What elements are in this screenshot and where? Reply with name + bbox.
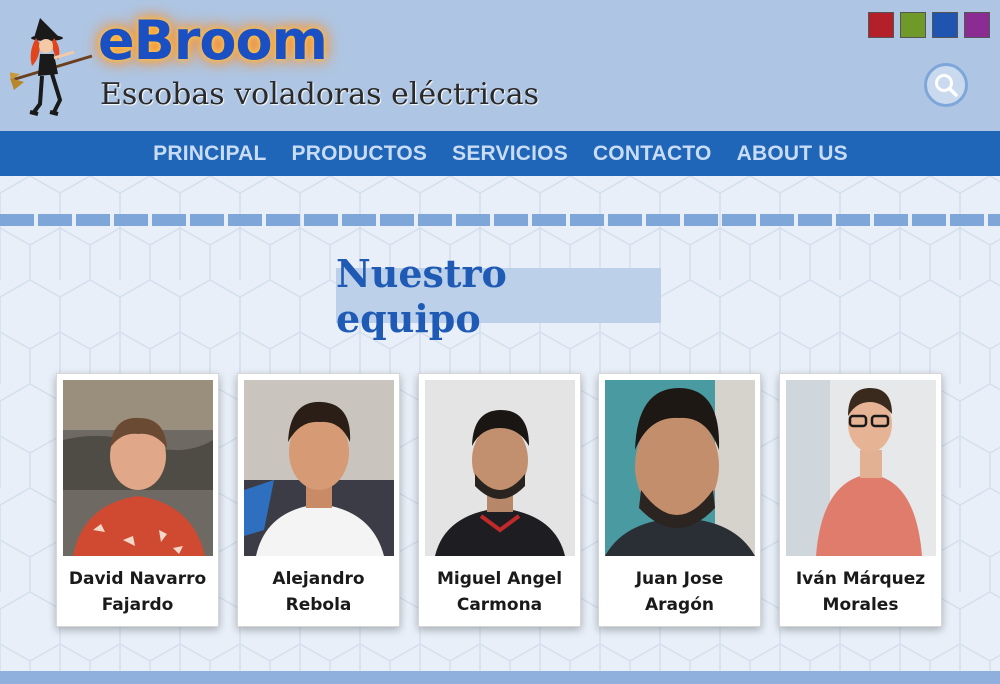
theme-swatch-red[interactable]	[868, 12, 894, 38]
team-member-first-name: Miguel Angel	[436, 569, 563, 589]
team-member-last-name: Carmona	[456, 595, 543, 615]
team-member-first-name: Juan Jose	[635, 569, 724, 589]
theme-swatch-green[interactable]	[900, 12, 926, 38]
team-member-name: Miguel Angel Carmona	[419, 566, 580, 618]
brand-logo-text[interactable]: eBroom	[98, 14, 328, 68]
main-nav: PRINCIPAL PRODUCTOS SERVICIOS CONTACTO A…	[0, 131, 1000, 176]
nav-item-productos[interactable]: PRODUCTOS	[292, 142, 428, 166]
team-photo	[605, 380, 755, 556]
team-member-first-name: Iván Márquez	[795, 569, 926, 589]
team-member-name: Iván Márquez Morales	[780, 566, 941, 618]
team-member-last-name: Morales	[822, 595, 899, 615]
search-button[interactable]	[924, 63, 968, 107]
nav-item-contacto[interactable]: CONTACTO	[593, 142, 712, 166]
search-icon	[935, 74, 958, 97]
team-card-miguel[interactable]: Miguel Angel Carmona	[418, 373, 581, 627]
team-card-alejandro[interactable]: Alejandro Rebola	[237, 373, 400, 627]
team-member-last-name: Rebola	[285, 595, 352, 615]
team-card-juan[interactable]: Juan Jose Aragón	[598, 373, 761, 627]
team-photo	[244, 380, 394, 556]
team-member-name: Alejandro Rebola	[238, 566, 399, 618]
team-member-first-name: Alejandro	[272, 569, 365, 589]
theme-swatch-purple[interactable]	[964, 12, 990, 38]
team-member-first-name: David Navarro	[68, 569, 207, 589]
theme-swatch-blue[interactable]	[932, 12, 958, 38]
nav-item-servicios[interactable]: SERVICIOS	[452, 142, 568, 166]
team-member-last-name: Aragón	[645, 595, 714, 615]
team-card-david[interactable]: David Navarro Fajardo	[56, 373, 219, 627]
team-photo	[63, 380, 213, 556]
team-card-ivan[interactable]: Iván Márquez Morales	[779, 373, 942, 627]
team-photo	[425, 380, 575, 556]
team-member-name: David Navarro Fajardo	[57, 566, 218, 618]
team-photo	[786, 380, 936, 556]
nav-item-principal[interactable]: PRINCIPAL	[153, 142, 266, 166]
footer-band	[0, 671, 1000, 684]
team-member-name: Juan Jose Aragón	[599, 566, 760, 618]
section-title: Nuestro equipo	[336, 251, 661, 341]
witch-logo-icon[interactable]	[10, 8, 96, 124]
site-header: eBroom Escobas voladoras eléctricas	[0, 0, 1000, 131]
brand-tagline: Escobas voladoras eléctricas	[100, 77, 540, 112]
dashed-divider	[0, 214, 1000, 226]
theme-swatch-group	[868, 12, 990, 38]
nav-item-about-us[interactable]: ABOUT US	[737, 142, 848, 166]
team-member-last-name: Fajardo	[101, 595, 174, 615]
